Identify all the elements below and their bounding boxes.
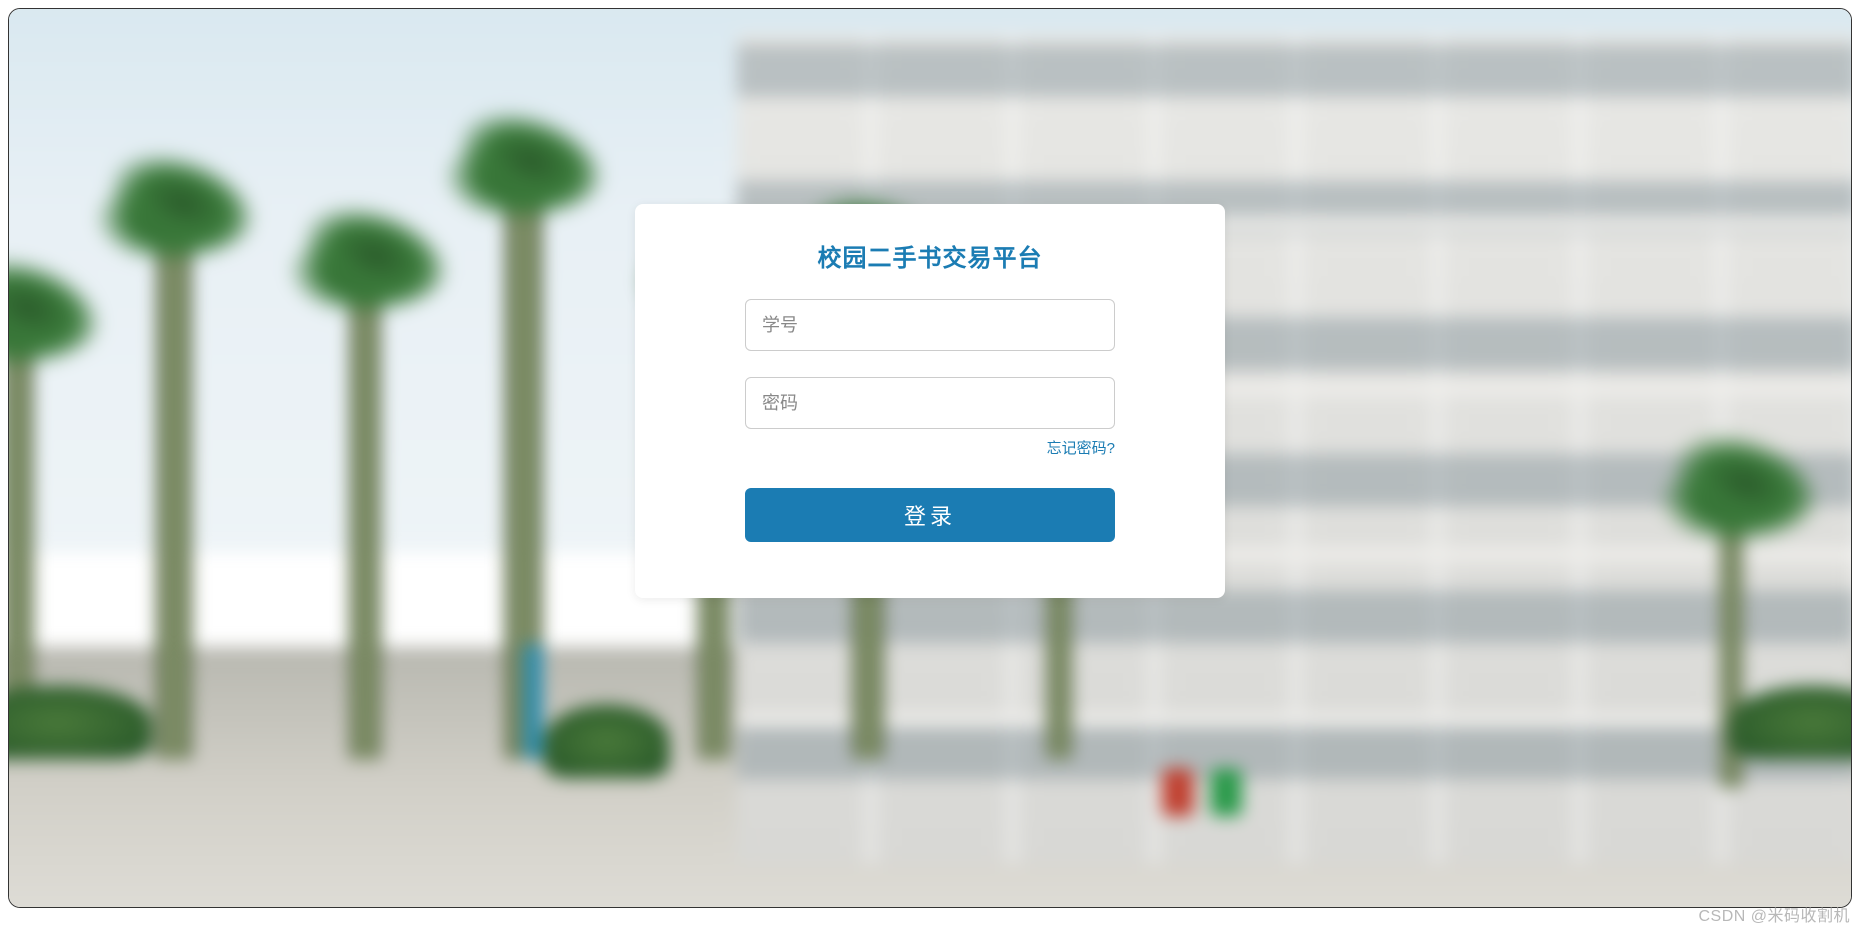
student-id-input[interactable]: [745, 299, 1115, 351]
password-input[interactable]: [745, 377, 1115, 429]
watermark-text: CSDN @米码收割机: [1698, 902, 1850, 926]
login-title: 校园二手书交易平台: [635, 238, 1225, 273]
login-button[interactable]: 登录: [745, 488, 1115, 542]
app-frame: 校园二手书交易平台 忘记密码? 登录: [8, 8, 1852, 908]
forgot-password-link[interactable]: 忘记密码?: [745, 437, 1115, 458]
login-card: 校园二手书交易平台 忘记密码? 登录: [635, 204, 1225, 598]
